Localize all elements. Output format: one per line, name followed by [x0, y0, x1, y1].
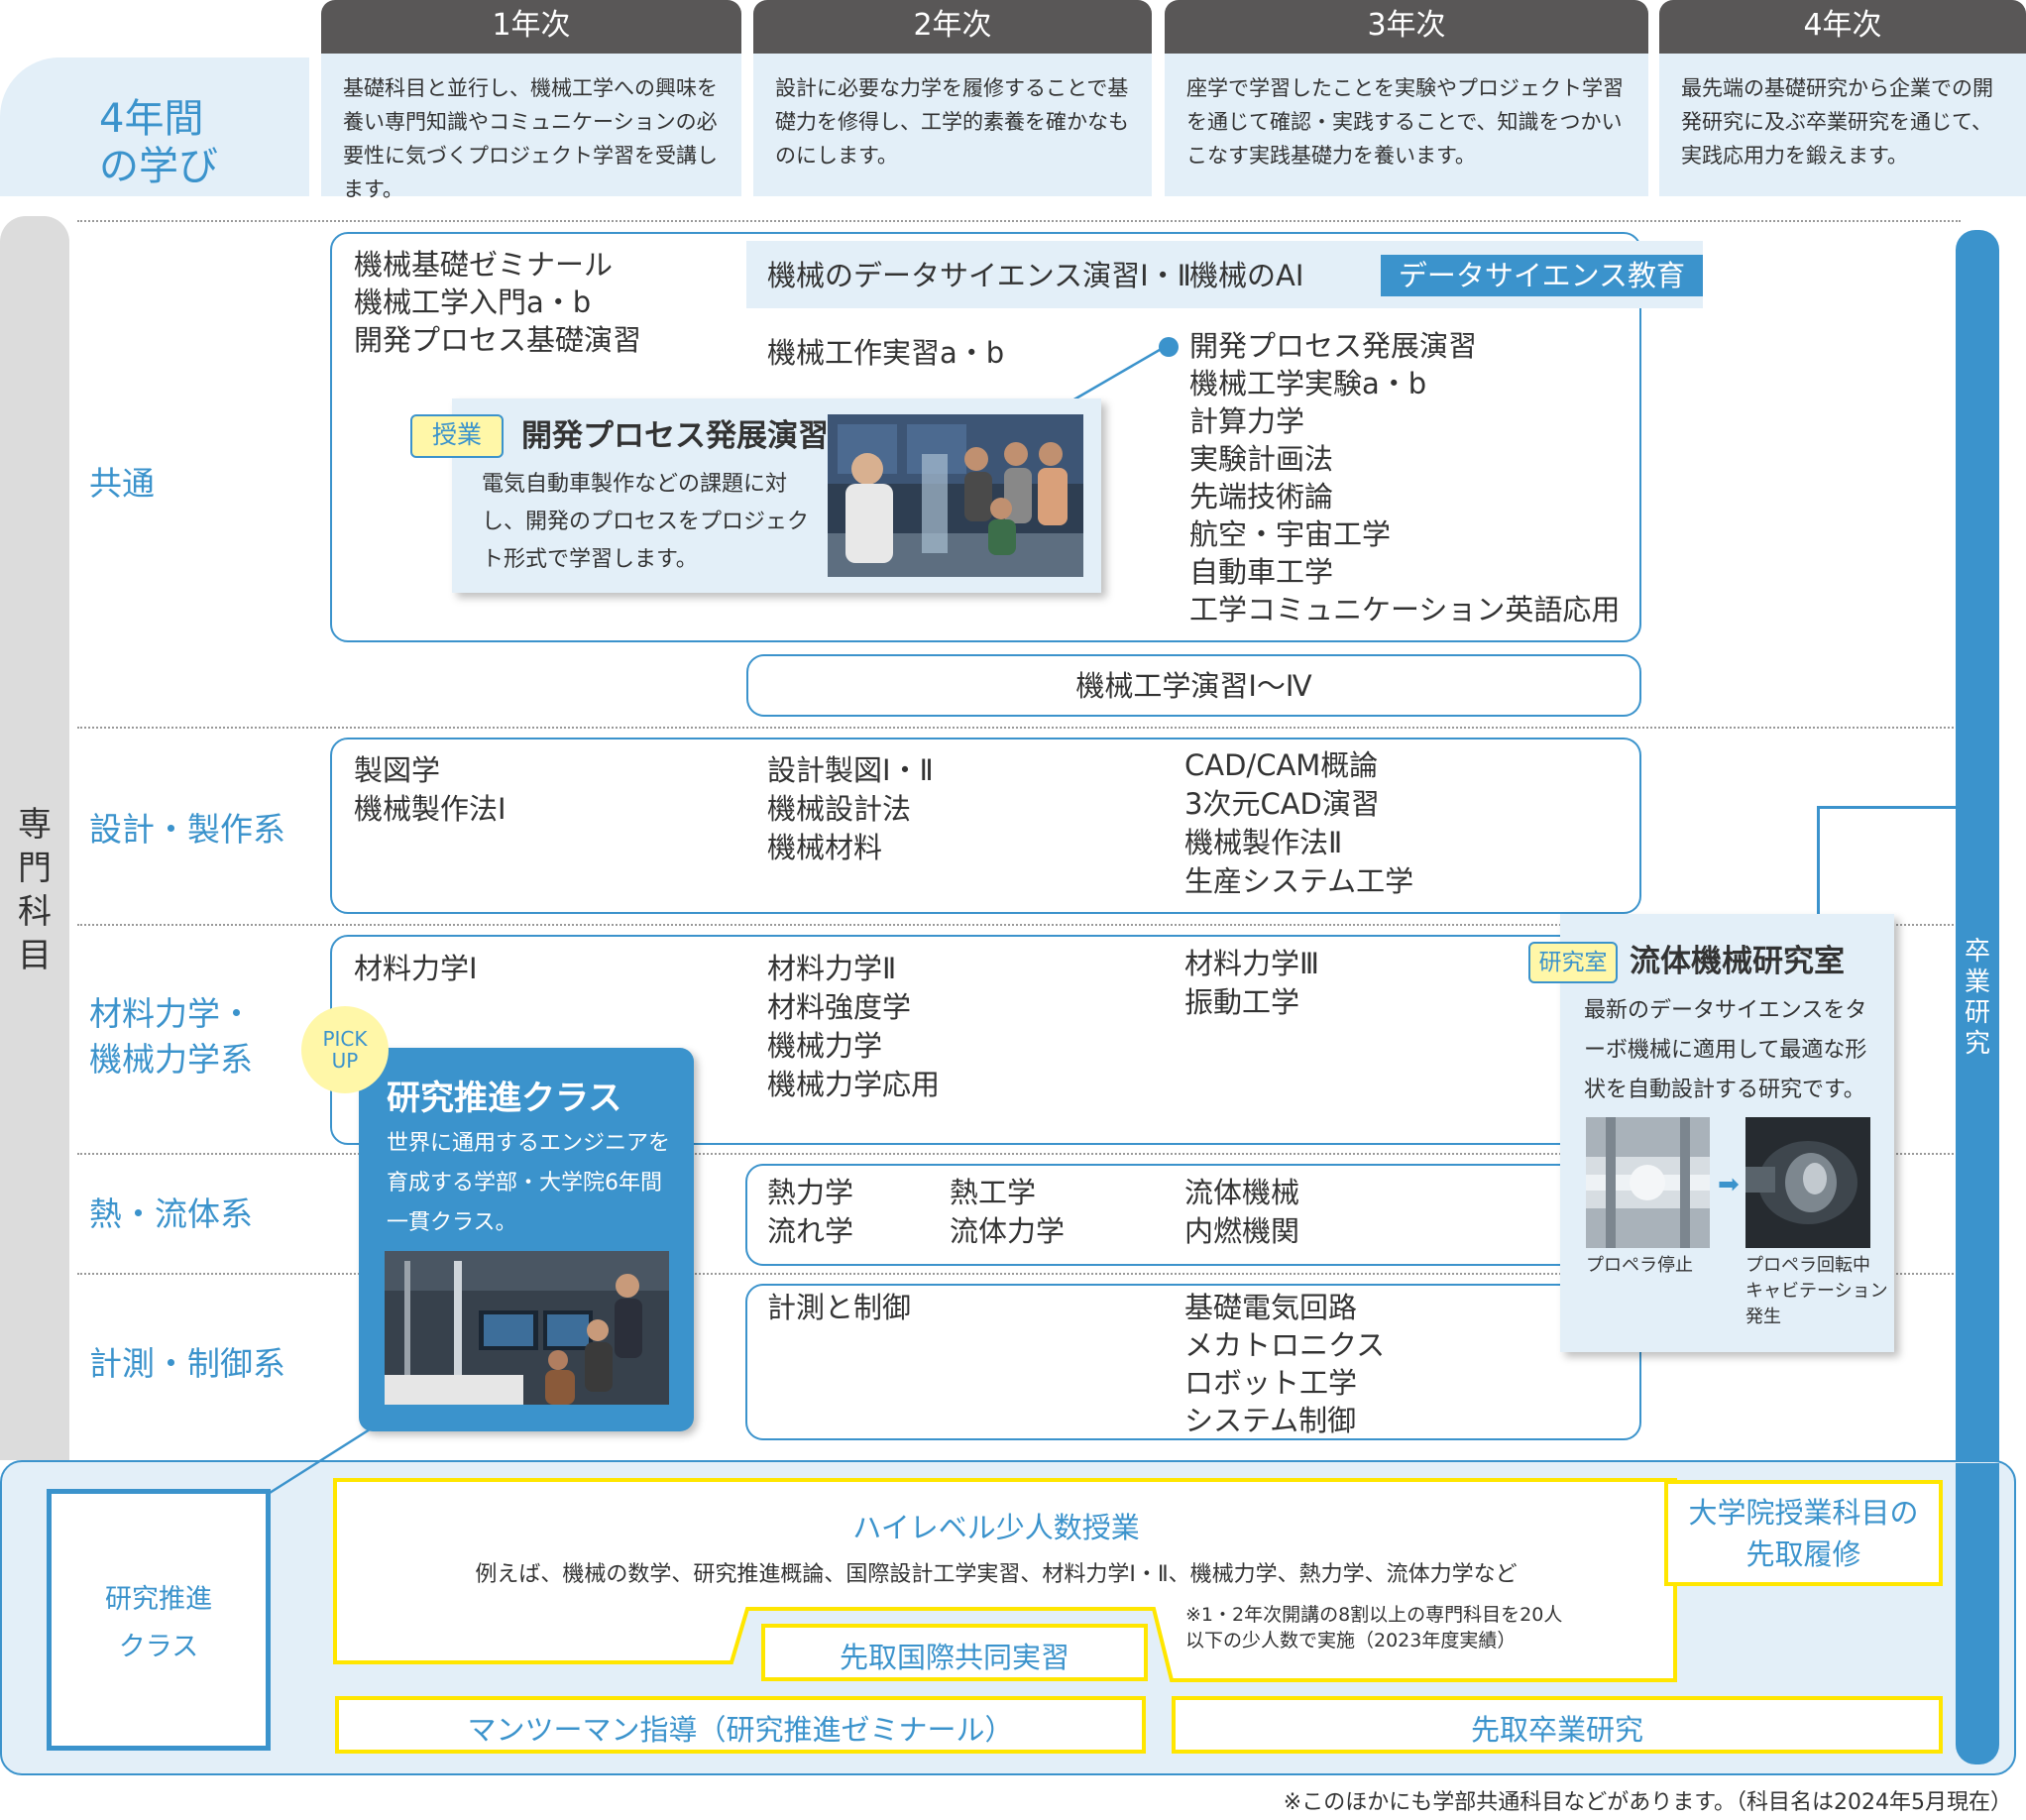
- lab-photo-rotating-art: [1745, 1117, 1870, 1248]
- netsu-c3-2: 内燃機関: [1184, 1214, 1300, 1248]
- sekkei-y1-2: 機械製作法Ⅰ: [354, 792, 506, 826]
- four-years-label: 4年間 の学び: [0, 57, 309, 196]
- netsu-c2-1: 熱工学: [950, 1176, 1037, 1209]
- kyotsu-y1-1: 機械基礎ゼミナール: [354, 248, 614, 282]
- lab-tag: 研究室: [1528, 942, 1618, 983]
- year-tab-1: 1年次: [321, 0, 741, 54]
- research-class-label: 研究推進 クラス: [105, 1584, 212, 1662]
- sekkei-y2-2: 機械設計法: [767, 792, 912, 826]
- netsu-c1-2: 流れ学: [767, 1214, 854, 1248]
- lab-title: 流体機械研究室: [1630, 944, 1845, 979]
- high-level-title: ハイレベル少人数授業: [852, 1511, 1140, 1544]
- pickup-photo-art: [385, 1251, 669, 1405]
- data-science-tag: データサイエンス教育: [1381, 255, 1703, 296]
- high-level-text: 例えば、機械の数学、研究推進概論、国際設計工学実習、材料力学Ⅰ・Ⅱ、機械力学、熱…: [475, 1562, 1518, 1587]
- category-sekkei: 設計・製作系: [89, 810, 285, 849]
- year-desc-2: 設計に必要な力学を履修することで基礎力を修得し、工学的素養を確かなものにします。: [753, 54, 1152, 196]
- year-tab-4: 4年次: [1659, 0, 2026, 54]
- zairyo-y3-2: 振動工学: [1184, 985, 1300, 1019]
- netsu-c2-2: 流体力学: [950, 1214, 1066, 1248]
- category-zairyo: 材料力学・ 機械力学系: [89, 994, 253, 1079]
- sekkei-box: [330, 738, 1641, 914]
- pickup-text: 世界に通用するエンジニアを育成する学部・大学院6年間一貫クラス。: [387, 1131, 671, 1235]
- zairyo-y2-3: 機械力学: [767, 1029, 883, 1063]
- year-desc-4: 最先端の基礎研究から企業での開発研究に及ぶ卒業研究を通じて、実践応用力を鍛えます…: [1659, 54, 2026, 196]
- sekkei-y3-3: 機械製作法Ⅱ: [1184, 826, 1343, 859]
- zairyo-y2-4: 機械力学応用: [767, 1068, 941, 1101]
- enshu-label: 機械工学演習Ⅰ〜Ⅳ: [1075, 669, 1312, 703]
- footnote: ※このほかにも学部共通科目などがあります。（科目名は2024年5月現在）: [1283, 1790, 2012, 1815]
- kyotsu-y3-6: 航空・宇宙工学: [1189, 517, 1392, 551]
- category-kyotsu: 共通: [89, 464, 155, 503]
- lab-photo-rotating: [1745, 1117, 1870, 1248]
- zairyo-y1-1: 材料力学Ⅰ: [354, 952, 478, 985]
- kyotsu-y1-3: 開発プロセス基礎演習: [354, 323, 642, 357]
- lesson-text: 電気自動車製作などの課題に対し、開発のプロセスをプロジェクト形式で学習します。: [482, 472, 810, 572]
- netsu-c1-1: 熱力学: [767, 1176, 854, 1209]
- intl-label: 先取国際共同実習: [839, 1641, 1069, 1674]
- ds-y2: 機械のデータサイエンス演習Ⅰ・Ⅱ: [767, 259, 1191, 292]
- year-desc-3: 座学で学習したことを実験やプロジェクト学習を通じて確認・実践することで、知識をつ…: [1165, 54, 1648, 196]
- sekkei-y1-1: 製図学: [354, 753, 441, 787]
- zairyo-y3-1: 材料力学Ⅲ: [1184, 947, 1319, 980]
- ds-y3: 機械のAI: [1189, 259, 1304, 292]
- keisoku-y3-2: メカトロニクス: [1184, 1328, 1386, 1362]
- zairyo-y2-2: 材料強度学: [767, 990, 912, 1024]
- sekkei-y2-3: 機械材料: [767, 831, 883, 864]
- senmon-label: 専門科目: [18, 805, 52, 975]
- sekkei-y3-2: 3次元CAD演習: [1184, 787, 1380, 821]
- grad-label: 大学院授業科目の 先取履修: [1688, 1496, 1919, 1571]
- lesson-photo-art: [828, 414, 1083, 577]
- netsu-c3-1: 流体機械: [1184, 1176, 1300, 1209]
- category-netsu: 熱・流体系: [89, 1194, 253, 1233]
- keisoku-y3-4: システム制御: [1184, 1404, 1357, 1437]
- pickup-title: 研究推進クラス: [387, 1079, 622, 1118]
- sekkei-y3-1: CAD/CAM概論: [1184, 748, 1379, 782]
- lab-photo-stopped-art: [1586, 1117, 1710, 1248]
- keisoku-y3-3: ロボット工学: [1184, 1366, 1358, 1400]
- sekkei-y3-4: 生産システム工学: [1184, 864, 1414, 898]
- separator: [77, 220, 1961, 222]
- category-keisoku: 計測・制御系: [89, 1344, 285, 1383]
- lab-text: 最新のデータサイエンスをターボ機械に適用して最適な形状を自動設計する研究です。: [1584, 998, 1867, 1102]
- year-tab-3: 3年次: [1165, 0, 1648, 54]
- lab-photo-stopped: [1586, 1117, 1710, 1248]
- thesis-label: 卒業研究: [1964, 937, 1990, 1059]
- sekkei-y2-1: 設計製図Ⅰ・Ⅱ: [767, 753, 934, 787]
- thesis-early-label: 先取卒業研究: [1470, 1713, 1643, 1747]
- kyotsu-y3-7: 自動車工学: [1189, 555, 1334, 589]
- lesson-photo: [828, 414, 1083, 577]
- keisoku-y2-1: 計測と制御: [767, 1291, 912, 1324]
- kyotsu-y3-8: 工学コミュニケーション英語応用: [1189, 593, 1621, 626]
- kyotsu-y3-3: 計算力学: [1189, 404, 1305, 438]
- kyotsu-y3-2: 機械工学実験a・b: [1189, 367, 1427, 400]
- thesis-connector: [1817, 806, 1964, 915]
- lab-caption-1: プロペラ停止: [1586, 1255, 1693, 1276]
- callout-line: [1071, 345, 1166, 402]
- mentor-label: マンツーマン指導（研究推進ゼミナール）: [467, 1713, 1014, 1747]
- kyotsu-y1-2: 機械工学入門a・b: [354, 285, 592, 319]
- arrow-right-icon: ➡: [1718, 1170, 1740, 1199]
- kyotsu-y2: 機械工作実習a・b: [767, 336, 1005, 370]
- kyotsu-y3-4: 実験計画法: [1189, 442, 1334, 476]
- year-tab-2: 2年次: [753, 0, 1152, 54]
- thesis-bar-front: [1956, 1463, 1999, 1764]
- lesson-title: 開発プロセス発展演習: [521, 418, 829, 454]
- kyotsu-y3-5: 先端技術論: [1189, 480, 1334, 513]
- separator: [77, 727, 1961, 729]
- pickup-photo: [385, 1251, 669, 1405]
- pickup-badge: PICK UP: [301, 1006, 389, 1093]
- zairyo-y2-1: 材料力学Ⅱ: [767, 952, 897, 985]
- lab-caption-2: プロペラ回転中 キャビテーション 発生: [1745, 1255, 1888, 1327]
- keisoku-y3-1: 基礎電気回路: [1184, 1291, 1358, 1324]
- year-desc-1: 基礎科目と並行し、機械工学への興味を養い専門知識やコミュニケーションの必要性に気…: [321, 54, 741, 201]
- lesson-tag: 授業: [410, 414, 504, 458]
- small-class-note: ※1・2年次開講の8割以上の専門科目を20人 以下の少人数で実施（2023年度実…: [1185, 1604, 1563, 1651]
- kyotsu-y3-1: 開発プロセス発展演習: [1189, 329, 1478, 363]
